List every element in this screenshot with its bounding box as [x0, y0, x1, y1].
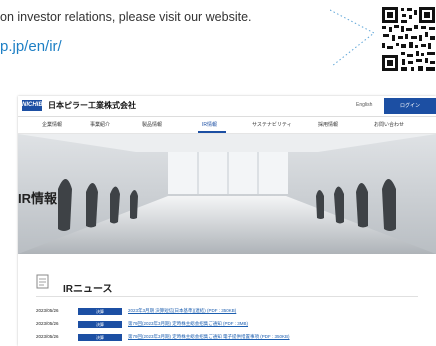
news-row: 2023/05/26 決算 第79回(2023年3月期) 定時株主総会招集ご通知… [18, 321, 436, 329]
ir-news-section: IRニュース 2023/05/26 決算 2023年3月期 決算短信[日本基準]… [18, 254, 436, 346]
hero-banner: IR情報 [18, 134, 436, 254]
news-divider [36, 296, 418, 297]
news-date: 2023/05/26 [36, 308, 59, 313]
global-nav: 企業情報 事業紹介 製品情報 IR情報 サステナビリティ 採用情報 お問い合わせ [18, 117, 436, 134]
nav-item-business[interactable]: 事業紹介 [90, 121, 110, 128]
nav-item-sustainability[interactable]: サステナビリティ [252, 121, 292, 128]
news-category-badge: 決算 [78, 334, 122, 341]
news-date: 2023/05/26 [36, 334, 59, 339]
nav-item-products[interactable]: 製品情報 [142, 121, 162, 128]
news-row: 2023/05/26 決算 2023年3月期 決算短信[日本基準](連結) (P… [18, 308, 436, 316]
news-link[interactable]: 2023年3月期 決算短信[日本基準](連結) (PDF : 350KB) [128, 308, 236, 314]
nav-item-ir[interactable]: IR情報 [202, 121, 217, 128]
nav-item-company[interactable]: 企業情報 [42, 121, 62, 128]
nav-active-indicator [198, 131, 226, 133]
news-row: 2023/05/26 決算 第79回(2023年3月期) 定時株主総会招集ご通知… [18, 334, 436, 342]
news-heading: IRニュース [63, 284, 113, 295]
language-link[interactable]: English [356, 102, 372, 108]
news-date: 2023/05/26 [36, 321, 59, 326]
hero-title: IR情報 [18, 191, 58, 206]
qr-code-icon [381, 6, 436, 72]
news-category-badge: 決算 [78, 321, 122, 328]
news-link[interactable]: 第79回(2023年3月期) 定時株主総会招集ご通知 (PDF : 3MB) [128, 321, 248, 327]
ir-url-link[interactable]: p.jp/en/ir/ [0, 38, 62, 55]
dotted-connector [330, 9, 375, 67]
news-link[interactable]: 第79回(2023年3月期) 定時株主総会招集ご通知 電子提供措置事項 (PDF… [128, 334, 290, 340]
news-category-badge: 決算 [78, 308, 122, 315]
news-document-icon [36, 274, 49, 289]
site-header: NICHIBI 日本ピラー工業株式会社 English ログイン [18, 96, 436, 117]
company-name: 日本ピラー工業株式会社 [48, 101, 136, 110]
nav-item-recruit[interactable]: 採用情報 [318, 121, 338, 128]
intro-text: on investor relations, please visit our … [0, 10, 252, 24]
company-logo[interactable]: NICHIBI [22, 100, 44, 111]
hero-image [18, 134, 436, 254]
header-button[interactable]: ログイン [384, 98, 436, 114]
website-screenshot: NICHIBI 日本ピラー工業株式会社 English ログイン 企業情報 事業… [18, 96, 436, 346]
nav-item-contact[interactable]: お問い合わせ [374, 121, 404, 128]
